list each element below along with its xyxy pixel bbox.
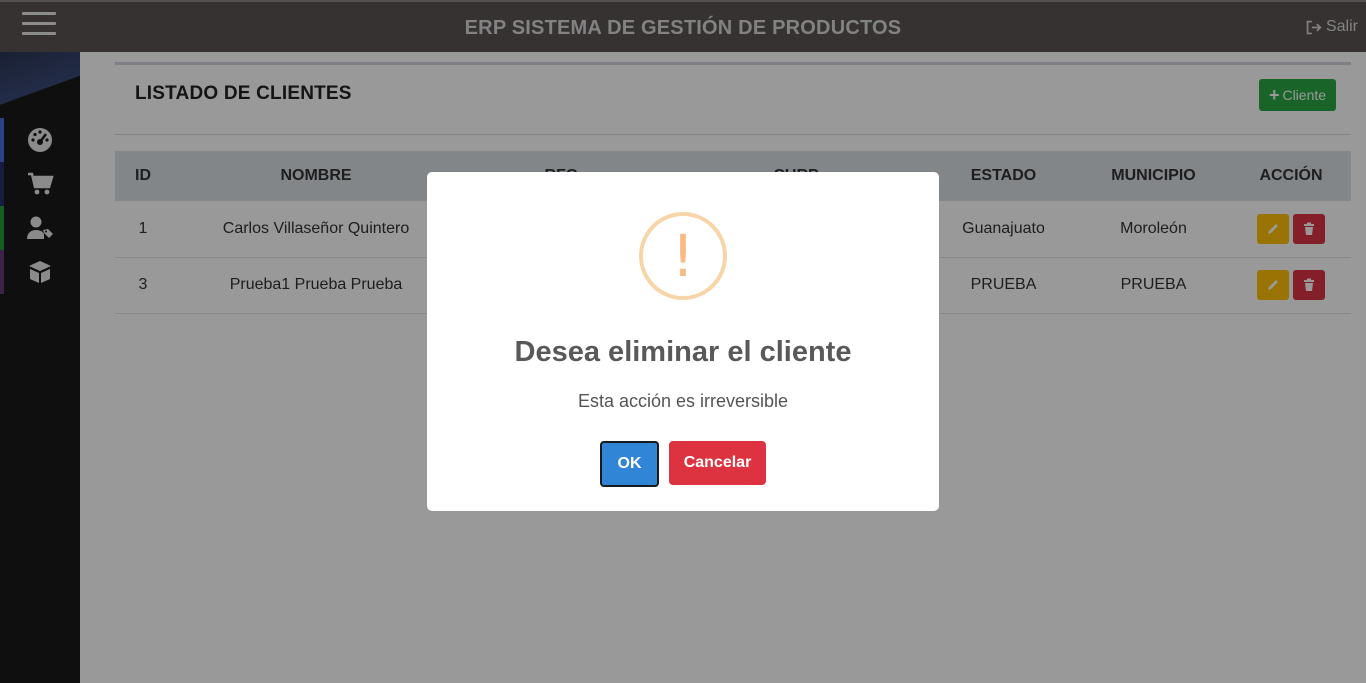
- dialog-actions: OK Cancelar: [427, 441, 939, 487]
- cancel-button[interactable]: Cancelar: [669, 441, 766, 485]
- dialog-message: Esta acción es irreversible: [577, 391, 789, 411]
- warning-icon: !: [639, 212, 727, 300]
- ok-button[interactable]: OK: [600, 441, 659, 487]
- confirm-delete-dialog: ! Desea eliminar el cliente Esta acción …: [427, 172, 939, 511]
- dialog-title: Desea eliminar el cliente: [514, 336, 852, 368]
